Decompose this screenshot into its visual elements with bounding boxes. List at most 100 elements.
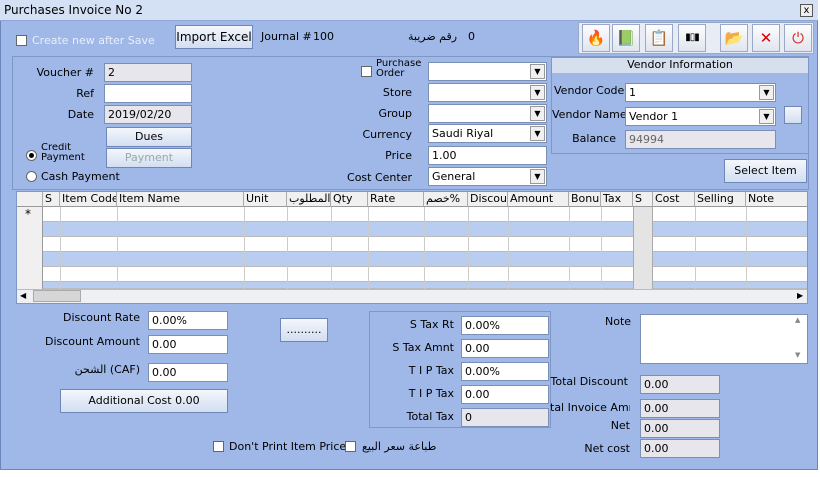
exit-icon[interactable]: ⏻ — [784, 24, 812, 52]
items-grid[interactable]: S Item Code Item Name Unit المطلوب Qty R… — [16, 191, 808, 304]
chevron-down-icon: ▼ — [759, 85, 774, 100]
scrollbar-thumb[interactable] — [33, 290, 81, 302]
currency-select[interactable]: Saudi Riyal ▼ — [428, 124, 547, 143]
select-item-button[interactable]: Select Item — [724, 159, 807, 183]
col-item-code[interactable]: Item Code — [60, 192, 117, 207]
voucher-field[interactable]: 2 — [104, 63, 192, 82]
col-rate[interactable]: Rate — [368, 192, 424, 207]
ref-field[interactable] — [104, 84, 192, 103]
grid-button-column[interactable] — [633, 207, 653, 289]
col-item-name[interactable]: Item Name — [117, 192, 244, 207]
grid-line — [508, 207, 509, 289]
grid-line — [424, 207, 425, 289]
print-icon[interactable]: 📋 — [645, 24, 673, 52]
balance-field: 94994 — [625, 130, 776, 149]
grid-row-header — [17, 192, 43, 207]
credit-payment-radio[interactable] — [26, 150, 37, 161]
shipping-field[interactable]: 0.00 — [148, 363, 228, 382]
col-unit[interactable]: Unit — [244, 192, 287, 207]
vendor-name-select[interactable]: Vendor 1 ▼ — [625, 107, 776, 126]
scroll-right-icon[interactable]: ▶ — [797, 291, 803, 300]
col-amount[interactable]: Amount — [508, 192, 569, 207]
payment-button[interactable]: Payment — [106, 148, 192, 168]
tip-tax-amount-field[interactable]: 0.00 — [461, 385, 549, 404]
print-sale-price-label: طباعة سعر البيع — [362, 440, 437, 453]
scroll-up-icon[interactable]: ▲ — [795, 316, 800, 324]
scroll-down-icon[interactable]: ▼ — [795, 351, 800, 359]
discount-rate-field[interactable]: 0.00% — [148, 311, 228, 330]
window-close-button[interactable]: x — [800, 4, 813, 17]
col-s[interactable]: S — [43, 192, 60, 207]
store-label: Store — [382, 86, 412, 99]
discount-amount-field[interactable]: 0.00 — [148, 335, 228, 354]
grid-line — [287, 207, 288, 289]
grid-line — [331, 207, 332, 289]
print-sale-price-checkbox[interactable] — [345, 441, 356, 452]
folder-icon[interactable]: 📂 — [720, 24, 748, 52]
grid-line — [368, 207, 369, 289]
create-new-label: Create new after Save — [32, 34, 155, 47]
cost-center-select[interactable]: General ▼ — [428, 167, 547, 186]
date-field[interactable]: 2019/02/20 — [104, 105, 192, 124]
col-bonus[interactable]: Bonu — [569, 192, 601, 207]
cost-center-label: Cost Center — [347, 171, 412, 184]
tip-tax-rate-field[interactable]: 0.00% — [461, 362, 549, 381]
table-row[interactable] — [17, 207, 807, 222]
col-required[interactable]: المطلوب — [287, 192, 331, 207]
cash-payment-radio[interactable] — [26, 171, 37, 182]
col-note[interactable]: Note — [746, 192, 807, 207]
currency-label: Currency — [362, 128, 412, 141]
net-cost-label: Net cost — [584, 442, 630, 455]
dues-button[interactable]: Dues — [106, 127, 192, 147]
shipping-label: الشحن (CAF) — [74, 363, 140, 376]
s-tax-rate-field[interactable]: 0.00% — [461, 316, 549, 335]
dont-print-prices-checkbox[interactable] — [213, 441, 224, 452]
vendor-lookup-button[interactable] — [784, 106, 802, 124]
dots-button[interactable]: .......... — [280, 318, 328, 342]
table-row[interactable] — [17, 222, 807, 237]
price-field[interactable]: 1.00 — [428, 146, 547, 165]
price-label: Price — [385, 149, 412, 162]
create-new-checkbox[interactable] — [16, 35, 27, 46]
s-tax-amount-field[interactable]: 0.00 — [461, 339, 549, 358]
chevron-down-icon: ▼ — [530, 169, 545, 184]
group-select[interactable]: ▼ — [428, 104, 547, 123]
table-row[interactable] — [17, 282, 807, 289]
col-qty[interactable]: Qty — [331, 192, 368, 207]
purchase-order-checkbox[interactable] — [361, 66, 372, 77]
store-select[interactable]: ▼ — [428, 83, 547, 102]
col-tax[interactable]: Tax — [601, 192, 633, 207]
purchase-order-select[interactable]: ▼ — [428, 62, 547, 81]
grid-line — [746, 207, 747, 289]
cash-payment-label: Cash Payment — [41, 170, 120, 183]
col-s2[interactable]: S — [633, 192, 653, 207]
delete-icon[interactable]: ✕ — [752, 24, 780, 52]
table-row[interactable] — [17, 237, 807, 252]
note-textarea[interactable] — [640, 314, 808, 364]
scroll-left-icon[interactable]: ◀ — [20, 291, 26, 300]
table-row[interactable] — [17, 267, 807, 282]
col-cost[interactable]: Cost — [653, 192, 695, 207]
barcode-icon[interactable]: ▮▯▮ — [678, 24, 706, 52]
net-field: 0.00 — [640, 419, 720, 438]
grid-line — [695, 207, 696, 289]
tip-tax-amount-label: T I P Tax — [408, 387, 454, 400]
vendor-code-select[interactable]: 1 ▼ — [625, 83, 776, 102]
import-excel-button[interactable]: Import Excel — [175, 25, 253, 49]
s-tax-amount-label: S Tax Amnt — [392, 341, 454, 354]
table-row[interactable] — [17, 252, 807, 267]
vendor-code-value: 1 — [629, 86, 636, 99]
net-label: Net — [610, 419, 630, 432]
excel-icon[interactable]: 📗 — [612, 24, 640, 52]
total-tax-field: 0 — [461, 408, 549, 427]
col-discount-pct[interactable]: خصم% — [424, 192, 468, 207]
new-row-marker: * — [25, 207, 31, 221]
vendor-name-value: Vendor 1 — [629, 110, 679, 123]
col-selling[interactable]: Selling — [695, 192, 746, 207]
grid-line — [60, 207, 61, 289]
horizontal-scrollbar[interactable] — [17, 289, 807, 303]
fire-icon[interactable]: 🔥 — [582, 24, 610, 52]
chevron-down-icon: ▼ — [530, 126, 545, 141]
additional-cost-button[interactable]: Additional Cost 0.00 — [60, 389, 228, 413]
col-discount[interactable]: Discou — [468, 192, 508, 207]
